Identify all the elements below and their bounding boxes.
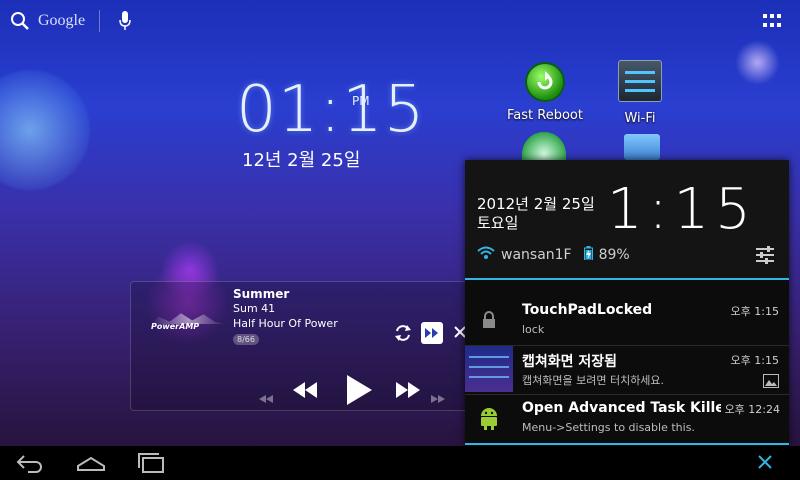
notification-title: 캡쳐화면 저장됨: [522, 354, 618, 370]
notification-item[interactable]: 캡쳐화면 저장됨 캡쳐화면을 보려면 터치하세요. 오후 1:15: [465, 345, 789, 395]
microphone-icon[interactable]: [118, 10, 132, 36]
notification-title: TouchPadLocked: [522, 302, 653, 318]
notification-time: 오후 12:24: [720, 401, 780, 417]
screenshot-thumbnail: [465, 345, 513, 393]
wallpaper-bokeh: [735, 40, 780, 85]
panel-weekday: 토요일: [477, 214, 519, 232]
notification-text: Menu->Settings to disable this.: [522, 421, 695, 434]
track-playlist: Half Hour Of Power: [233, 317, 338, 330]
notification-time: 오후 1:15: [730, 354, 779, 367]
app-label: Wi-Fi: [624, 111, 656, 126]
battery-level: 89%: [598, 247, 630, 263]
panel-date: 2012년 2월 25일 토요일: [477, 195, 595, 233]
back-icon[interactable]: [16, 452, 44, 478]
play-icon[interactable]: [345, 374, 373, 410]
clock-widget-ampm: PM: [352, 94, 370, 108]
app-wifi[interactable]: Wi-Fi: [595, 60, 685, 126]
image-icon: [763, 373, 779, 392]
poweramp-logo: PowerAMP: [151, 322, 231, 338]
shuffle-icon[interactable]: [421, 322, 443, 344]
notification-title: Open Advanced Task Killer: [522, 400, 732, 416]
search-divider: [99, 10, 100, 32]
panel-time: 1:15: [607, 177, 757, 242]
home-icon[interactable]: [76, 452, 106, 478]
google-search-bar[interactable]: Google: [10, 10, 85, 32]
notification-item[interactable]: TouchPadLocked lock 오후 1:15: [465, 296, 789, 346]
previous-icon[interactable]: [293, 382, 317, 402]
notification-time: 오후 1:15: [730, 305, 779, 318]
app-icon[interactable]: [522, 132, 566, 160]
track-title: Summer: [233, 287, 290, 301]
quick-settings-icon[interactable]: [755, 246, 775, 268]
app-label: Fast Reboot: [507, 108, 583, 123]
clock-widget-date: 12년 2월 25일: [242, 150, 361, 171]
notification-text: lock: [522, 323, 545, 336]
search-engine-label: Google: [38, 12, 86, 29]
seek-back-icon[interactable]: [259, 388, 273, 407]
all-apps-grid-icon[interactable]: [763, 14, 781, 28]
android-icon: [465, 394, 513, 442]
notification-item[interactable]: Open Advanced Task Killer Menu->Settings…: [465, 394, 789, 444]
app-fast-reboot[interactable]: Fast Reboot: [500, 64, 590, 123]
fast-reboot-icon: [527, 64, 563, 100]
wallpaper-bokeh: [0, 70, 90, 190]
battery-icon: [583, 246, 593, 264]
wifi-signal-icon: [477, 246, 495, 264]
music-player-widget[interactable]: PowerAMP Summer Sum 41 Half Hour Of Powe…: [130, 281, 472, 411]
panel-bottom-accent: [465, 443, 789, 445]
seek-forward-icon[interactable]: [431, 388, 445, 407]
system-navigation-bar: [0, 446, 800, 480]
repeat-icon[interactable]: [393, 323, 413, 347]
network-status: wansan1F 89%: [477, 246, 630, 264]
app-icon[interactable]: [624, 134, 660, 160]
search-icon[interactable]: [10, 11, 30, 31]
notification-panel[interactable]: 2012년 2월 25일 토요일 1:15 wansan1F 89% Touch…: [465, 160, 789, 446]
wifi-settings-icon: [618, 60, 662, 102]
close-icon[interactable]: [758, 454, 772, 473]
network-name: wansan1F: [501, 247, 572, 263]
recent-apps-icon[interactable]: [137, 452, 165, 478]
lock-icon: [465, 296, 513, 344]
notification-header: 2012년 2월 25일 토요일 1:15 wansan1F 89%: [465, 160, 789, 280]
track-album: Sum 41: [233, 302, 276, 315]
next-icon[interactable]: [396, 382, 420, 402]
panel-date-line: 2012년 2월 25일: [477, 195, 595, 213]
track-counter: 8/66: [233, 334, 259, 345]
notification-text: 캡쳐화면을 보려면 터치하세요.: [522, 374, 665, 387]
clock-widget-time[interactable]: 01:15: [236, 78, 425, 142]
